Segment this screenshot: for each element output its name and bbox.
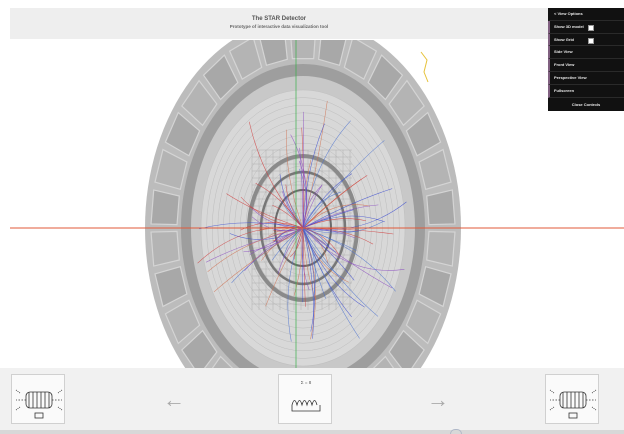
control-side-view[interactable]: Side View [548, 46, 624, 60]
control-perspective-view[interactable]: Perspective View [548, 71, 624, 85]
control-front-view[interactable]: Front View [548, 59, 624, 72]
prev-event-thumbnail[interactable] [11, 374, 65, 424]
control-show-grid[interactable]: Show Grid [548, 33, 624, 47]
view-controls-panel: < View Options Show 3D model Show Grid S… [548, 8, 624, 111]
thumbnail-label: Σ = 8 [301, 380, 312, 385]
control-label: Perspective View [554, 74, 587, 80]
scroll-indicator[interactable] [450, 429, 462, 434]
title-bar: The STAR Detector Prototype of interacti… [10, 8, 548, 39]
bottom-scroll-track [0, 429, 624, 434]
calorimeter-segment [150, 230, 180, 267]
arrow-left-icon[interactable]: ← [162, 389, 186, 411]
bottom-navigation-bar: ← Σ = 8 → [0, 368, 624, 430]
control-show-3d-model[interactable]: Show 3D model [548, 20, 624, 34]
control-label: Front View [554, 62, 575, 68]
solenoid-field-icon [549, 389, 597, 419]
calorimeter-segment [426, 230, 456, 267]
control-label: Show 3D model [554, 23, 584, 29]
coil-diagram-icon: Σ = 8 [291, 380, 321, 412]
view-options-header[interactable]: < View Options [548, 8, 624, 21]
next-event-thumbnail[interactable] [545, 374, 599, 424]
control-fullscreen[interactable]: Fullscreen [548, 84, 624, 98]
solenoid-field-icon [15, 389, 63, 419]
beam-marker [420, 51, 429, 83]
control-label: Show Grid [554, 36, 574, 42]
page-subtitle: Prototype of interactive data visualizat… [229, 24, 329, 29]
current-event-thumbnail[interactable]: Σ = 8 [278, 374, 332, 424]
calorimeter-segment [426, 189, 456, 226]
control-label: Side View [554, 49, 573, 55]
page-title: The STAR Detector [251, 16, 307, 22]
calorimeter-segment [150, 189, 180, 226]
show-grid-checkbox[interactable] [588, 37, 594, 44]
control-label: Fullscreen [554, 87, 575, 93]
arrow-right-icon[interactable]: → [426, 389, 450, 411]
close-controls-button[interactable]: Close Controls [548, 98, 624, 111]
show-3d-model-checkbox[interactable] [588, 24, 594, 31]
